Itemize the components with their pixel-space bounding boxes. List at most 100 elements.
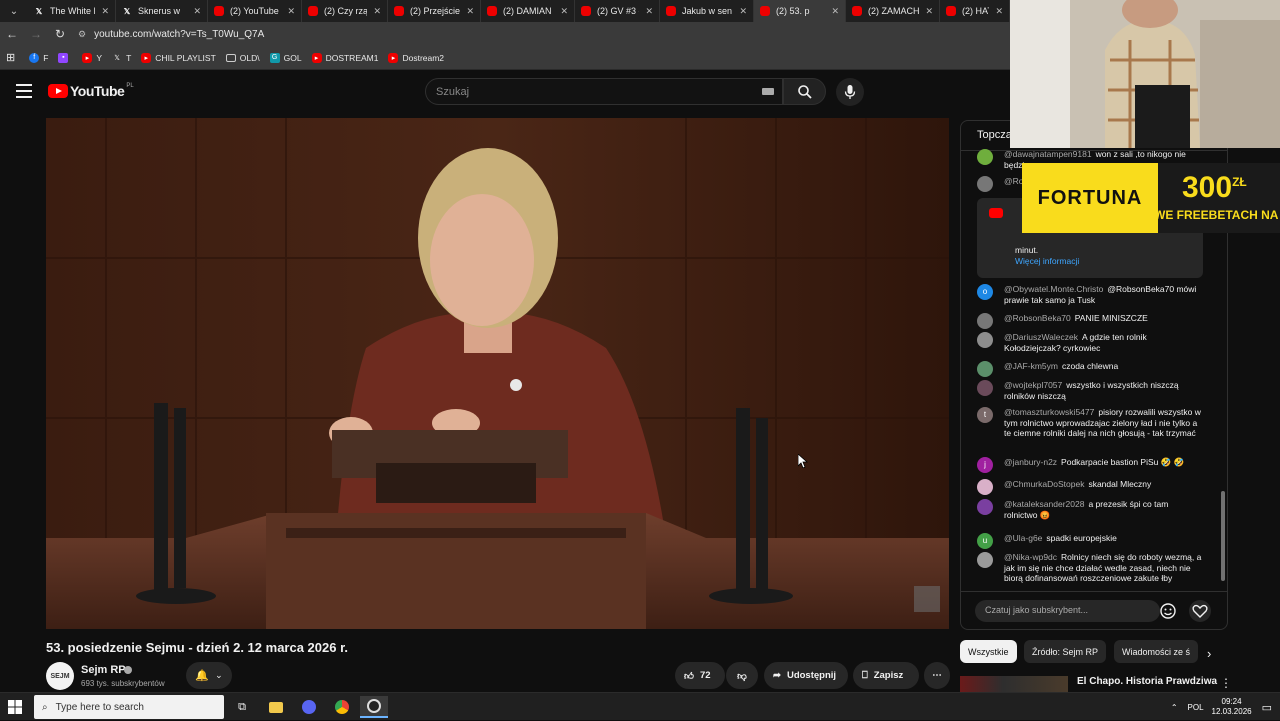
chat-author[interactable]: @tomaszturkowski5477: [1004, 407, 1094, 417]
close-tab-icon[interactable]: ✕: [287, 6, 295, 17]
chat-author[interactable]: @janbury-n2z: [1004, 457, 1057, 467]
bookmark[interactable]: ▸ CHIL PLAYLIST: [141, 52, 216, 63]
close-tab-icon[interactable]: ✕: [101, 6, 109, 17]
filter-chip[interactable]: Wszystkie: [960, 640, 1017, 663]
chat-avatar[interactable]: j: [977, 457, 993, 473]
chat-author[interactable]: @wojtekpl7057: [1004, 380, 1062, 390]
chat-author[interactable]: @kataleksander2028: [1004, 499, 1084, 509]
back-button[interactable]: ←: [0, 27, 24, 41]
chat-avatar[interactable]: [977, 479, 993, 495]
browser-tab[interactable]: 𝕏 Sknerus w ✕: [116, 0, 208, 22]
recommended-video-title[interactable]: El Chapo. Historia Prawdziwa: [1077, 676, 1217, 687]
browser-tab[interactable]: (2) Czy rząd ✕: [302, 0, 388, 22]
browser-tab[interactable]: (2) Przejście ✕: [388, 0, 481, 22]
bookmark[interactable]: G GOL: [269, 52, 302, 63]
browser-tab[interactable]: (2) GV #3 - I ✕: [575, 0, 660, 22]
browser-tab[interactable]: (2) 53. p ✕: [754, 0, 846, 22]
video-player[interactable]: [46, 118, 949, 629]
filter-chip[interactable]: Wiadomości ze ś: [1114, 640, 1199, 663]
close-tab-icon[interactable]: ✕: [373, 6, 381, 17]
chat-avatar[interactable]: [977, 499, 993, 515]
site-info-icon[interactable]: ⚙: [78, 29, 86, 40]
close-tab-icon[interactable]: ✕: [739, 6, 747, 17]
chat-author[interactable]: @Ula-g6e: [1004, 533, 1042, 543]
windows-start-icon[interactable]: [8, 700, 22, 714]
browser-tab[interactable]: Jakub w sen ✕: [660, 0, 754, 22]
keyboard-icon[interactable]: [762, 88, 774, 95]
taskbar-search-box[interactable]: ⌕ Type here to search: [34, 695, 224, 719]
close-tab-icon[interactable]: ✕: [995, 6, 1003, 17]
tab-search-menu-icon[interactable]: ⌄: [0, 0, 28, 22]
browser-tab[interactable]: (2) DAMIAN ✕: [481, 0, 575, 22]
filter-chip[interactable]: Źródło: Sejm RP: [1024, 640, 1107, 663]
bookmark[interactable]: ▪: [58, 52, 72, 63]
voice-search-button[interactable]: [836, 78, 864, 106]
search-button[interactable]: [783, 78, 826, 105]
chat-avatar[interactable]: [977, 149, 993, 165]
emoji-icon[interactable]: [1159, 602, 1177, 620]
save-button[interactable]: ⎕ Zapisz: [853, 662, 919, 689]
chat-avatar[interactable]: [977, 361, 993, 377]
browser-tab[interactable]: 𝕏 The White H ✕: [28, 0, 116, 22]
clock[interactable]: 09:24 12.03.2026: [1212, 697, 1252, 717]
close-tab-icon[interactable]: ✕: [645, 6, 653, 17]
chevron-right-icon[interactable]: ›: [1207, 646, 1211, 661]
dislike-button[interactable]: 👎︎: [726, 662, 758, 689]
file-explorer-icon[interactable]: [262, 696, 290, 718]
chrome-icon[interactable]: [328, 696, 356, 718]
browser-tab[interactable]: (2) ZAMACH ✕: [846, 0, 940, 22]
browser-tab[interactable]: (2) HAT TR ✕: [940, 0, 1010, 22]
youtube-logo[interactable]: YouTube PL: [48, 83, 134, 99]
subscribed-bell-button[interactable]: 🔔 ⌄: [186, 662, 232, 689]
chat-message-input[interactable]: Czatuj jako subskrybent...: [975, 600, 1160, 622]
task-view-icon[interactable]: ⧉: [228, 696, 256, 718]
chat-author[interactable]: @ChmurkaDoStopek: [1004, 479, 1084, 489]
like-button[interactable]: 👍︎ 72: [675, 662, 725, 689]
channel-name[interactable]: Sejm RP: [81, 664, 126, 676]
input-language[interactable]: POL: [1188, 703, 1204, 712]
obs-icon[interactable]: [360, 696, 388, 718]
bookmark[interactable]: 𝕏T: [112, 53, 131, 63]
chat-scrollbar[interactable]: [1221, 491, 1225, 581]
chat-avatar[interactable]: o: [977, 284, 993, 300]
more-actions-button[interactable]: ⋯: [924, 662, 950, 689]
apps-grid-icon[interactable]: ⊞: [6, 51, 15, 64]
chat-avatar[interactable]: t: [977, 407, 993, 423]
channel-avatar[interactable]: SEJM: [46, 662, 74, 690]
chat-avatar[interactable]: [977, 176, 993, 192]
chat-avatar[interactable]: u: [977, 533, 993, 549]
address-bar[interactable]: ⚙ youtube.com/watch?v=Ts_T0Wu_Q7A: [78, 24, 978, 44]
notifications-icon[interactable]: ▭: [1262, 701, 1272, 714]
close-tab-icon[interactable]: ✕: [925, 6, 933, 17]
bookmark[interactable]: ▸ Dostream2: [388, 52, 444, 63]
menu-icon[interactable]: [16, 84, 32, 98]
close-tab-icon[interactable]: ✕: [560, 6, 568, 17]
close-tab-icon[interactable]: ✕: [466, 6, 474, 17]
discord-icon[interactable]: [295, 696, 323, 718]
close-tab-icon[interactable]: ✕: [193, 6, 201, 17]
chat-avatar[interactable]: [977, 313, 993, 329]
search-input[interactable]: Szukaj: [425, 78, 783, 105]
chat-author[interactable]: @Nika-wp9dc: [1004, 552, 1057, 562]
chat-author[interactable]: @RobsonBeka70: [1004, 313, 1071, 323]
chat-author[interactable]: @Ro: [1004, 176, 1024, 186]
bookmark[interactable]: ▸ DOSTREAM1: [311, 52, 378, 63]
heart-reaction-button[interactable]: [1189, 600, 1211, 622]
reload-button[interactable]: ↻: [48, 27, 72, 41]
more-vertical-icon[interactable]: ⋮: [1220, 676, 1232, 690]
chat-author[interactable]: @dawajnatampen9181: [1004, 149, 1092, 159]
chat-avatar[interactable]: [977, 552, 993, 568]
chat-avatar[interactable]: [977, 380, 993, 396]
chat-author[interactable]: @JAF-km5ym: [1004, 361, 1058, 371]
chat-author[interactable]: @DariuszWaleczek: [1004, 332, 1078, 342]
bookmark[interactable]: OLD\: [225, 53, 260, 63]
bookmark[interactable]: fF: [29, 52, 48, 63]
browser-tab[interactable]: (2) YouTube ✕: [208, 0, 302, 22]
forward-button[interactable]: →: [24, 27, 48, 41]
tray-chevron-up-icon[interactable]: ⌃: [1171, 703, 1178, 712]
bookmark[interactable]: ▸ Y: [82, 52, 102, 63]
recommended-video-thumbnail[interactable]: [960, 676, 1068, 692]
chat-avatar[interactable]: [977, 332, 993, 348]
share-button[interactable]: ➦ Udostępnij: [764, 662, 848, 689]
chat-author[interactable]: @Obywatel.Monte.Christo: [1004, 284, 1103, 294]
